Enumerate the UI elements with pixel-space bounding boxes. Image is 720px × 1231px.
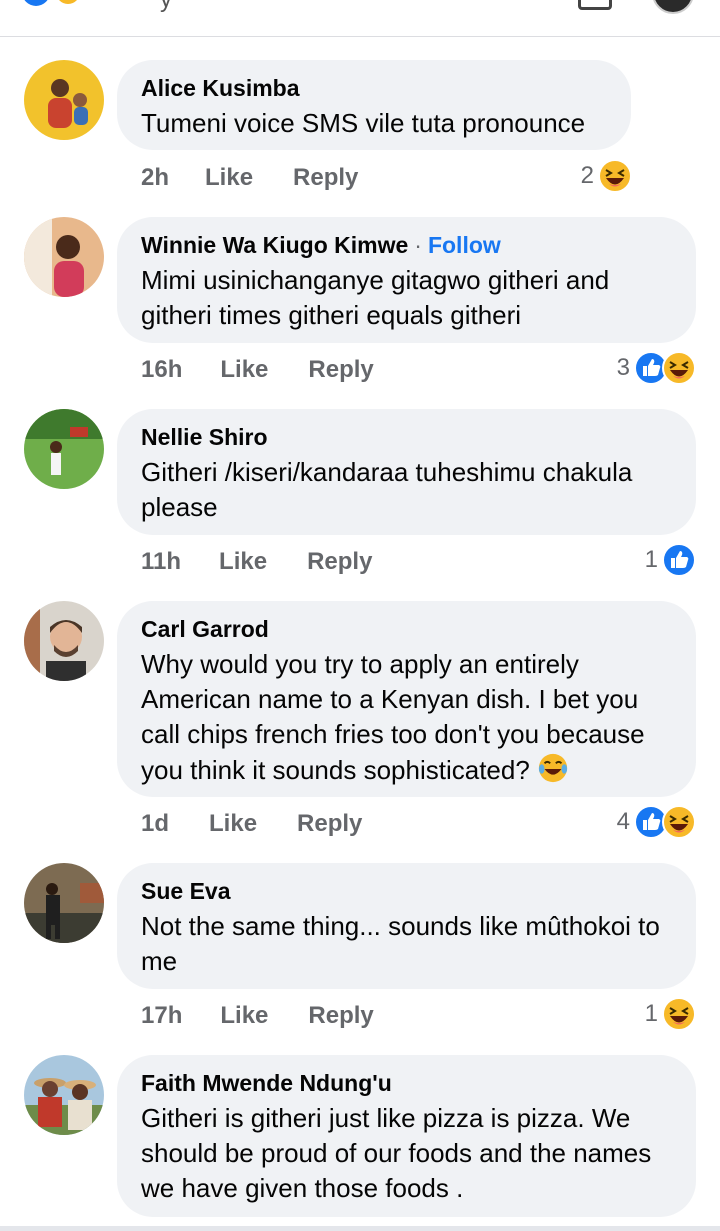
haha-reaction-icon (662, 805, 696, 839)
comment-text: Githeri is githeri just like pizza is pi… (141, 1103, 652, 1203)
like-button[interactable]: Like (220, 355, 268, 385)
comment-author[interactable]: Carl Garrod (141, 616, 269, 642)
avatar[interactable] (24, 1055, 104, 1135)
share-icon[interactable] (578, 0, 612, 10)
reply-button[interactable]: Reply (307, 547, 372, 577)
reaction-count: 4 (616, 808, 630, 835)
like-button[interactable]: Like (209, 809, 257, 839)
reaction-summary[interactable]: 1 (645, 997, 696, 1031)
separator-dot: · (414, 232, 422, 258)
like-button[interactable]: Like (205, 163, 253, 193)
follow-button[interactable]: Follow (428, 232, 501, 258)
comment-time[interactable]: 16h (141, 355, 182, 385)
reply-button[interactable]: Reply (293, 163, 358, 193)
comment-author[interactable]: Alice Kusimba (141, 75, 300, 101)
reaction-summary[interactable]: 2 (581, 159, 632, 193)
comment-bubble: Nellie Shiro Githeri /kiseri/kandaraa tu… (117, 409, 696, 535)
reaction-count: 2 (580, 162, 594, 189)
comment-time[interactable]: 11h (141, 547, 181, 577)
comment-text-body: Why would you try to apply an entirely A… (141, 649, 645, 785)
avatar[interactable] (24, 60, 104, 140)
reaction-summary[interactable]: 4 (617, 805, 696, 839)
comment-time[interactable]: 1d (141, 809, 169, 839)
comment-text: Mimi usinichanganye gitagwo githeri and … (141, 265, 610, 330)
reply-button[interactable]: Reply (308, 355, 373, 385)
reaction-count: 1 (644, 1000, 658, 1027)
avatar[interactable] (24, 863, 104, 943)
post-header-strip: y (0, 0, 720, 37)
comment-actions: 17h Like Reply (141, 1001, 374, 1031)
avatar[interactable] (652, 0, 694, 14)
like-button[interactable]: Like (220, 1001, 268, 1031)
reaction-summary[interactable]: 1 (645, 543, 696, 577)
comment-text: Why would you try to apply an entirely A… (141, 647, 672, 793)
haha-reaction-icon (662, 997, 696, 1031)
haha-reaction-icon (598, 159, 632, 193)
comment-bubble: Sue Eva Not the same thing... sounds lik… (117, 863, 696, 989)
like-reaction-icon (22, 0, 50, 6)
comment-bubble: Carl Garrod Why would you try to apply a… (117, 601, 696, 797)
comment-text: Tumeni voice SMS vile tuta pronounce (141, 108, 586, 138)
comment-author[interactable]: Winnie Wa Kiugo Kimwe (141, 232, 408, 258)
haha-reaction-icon (662, 351, 696, 385)
reaction-count: 1 (644, 546, 658, 573)
haha-reaction-icon (54, 0, 82, 6)
comment-text: Not the same thing... sounds like mûthok… (141, 911, 660, 976)
comment-author[interactable]: Faith Mwende Ndung'u (141, 1070, 392, 1096)
comment-bubble: Faith Mwende Ndung'u Githeri is githeri … (117, 1055, 696, 1217)
comment-bubble: Alice Kusimba Tumeni voice SMS vile tuta… (117, 60, 631, 150)
comment-time[interactable]: 2h (141, 163, 169, 193)
avatar[interactable] (24, 217, 104, 297)
avatar[interactable] (24, 601, 104, 681)
comment-actions: 11h Like Reply (141, 547, 372, 577)
header-text-fragment: y (160, 0, 172, 14)
comment-actions: 16h Like Reply (141, 355, 374, 385)
comment-actions: 2h Like Reply (141, 163, 358, 193)
comment-time[interactable]: 17h (141, 1001, 182, 1031)
divider (0, 1226, 720, 1231)
comment-actions: 1d Like Reply (141, 809, 362, 839)
reaction-count: 3 (616, 354, 630, 381)
comment-author[interactable]: Nellie Shiro (141, 424, 268, 450)
reaction-summary[interactable]: 3 (617, 351, 696, 385)
reply-button[interactable]: Reply (297, 809, 362, 839)
comment-text: Githeri /kiseri/kandaraa tuheshimu chaku… (141, 457, 633, 522)
like-button[interactable]: Like (219, 547, 267, 577)
comment-author[interactable]: Sue Eva (141, 878, 231, 904)
avatar[interactable] (24, 409, 104, 489)
tears-of-joy-icon (537, 752, 569, 793)
reply-button[interactable]: Reply (308, 1001, 373, 1031)
comment-bubble: Winnie Wa Kiugo Kimwe · Follow Mimi usinic… (117, 217, 696, 343)
like-reaction-icon (662, 543, 696, 577)
